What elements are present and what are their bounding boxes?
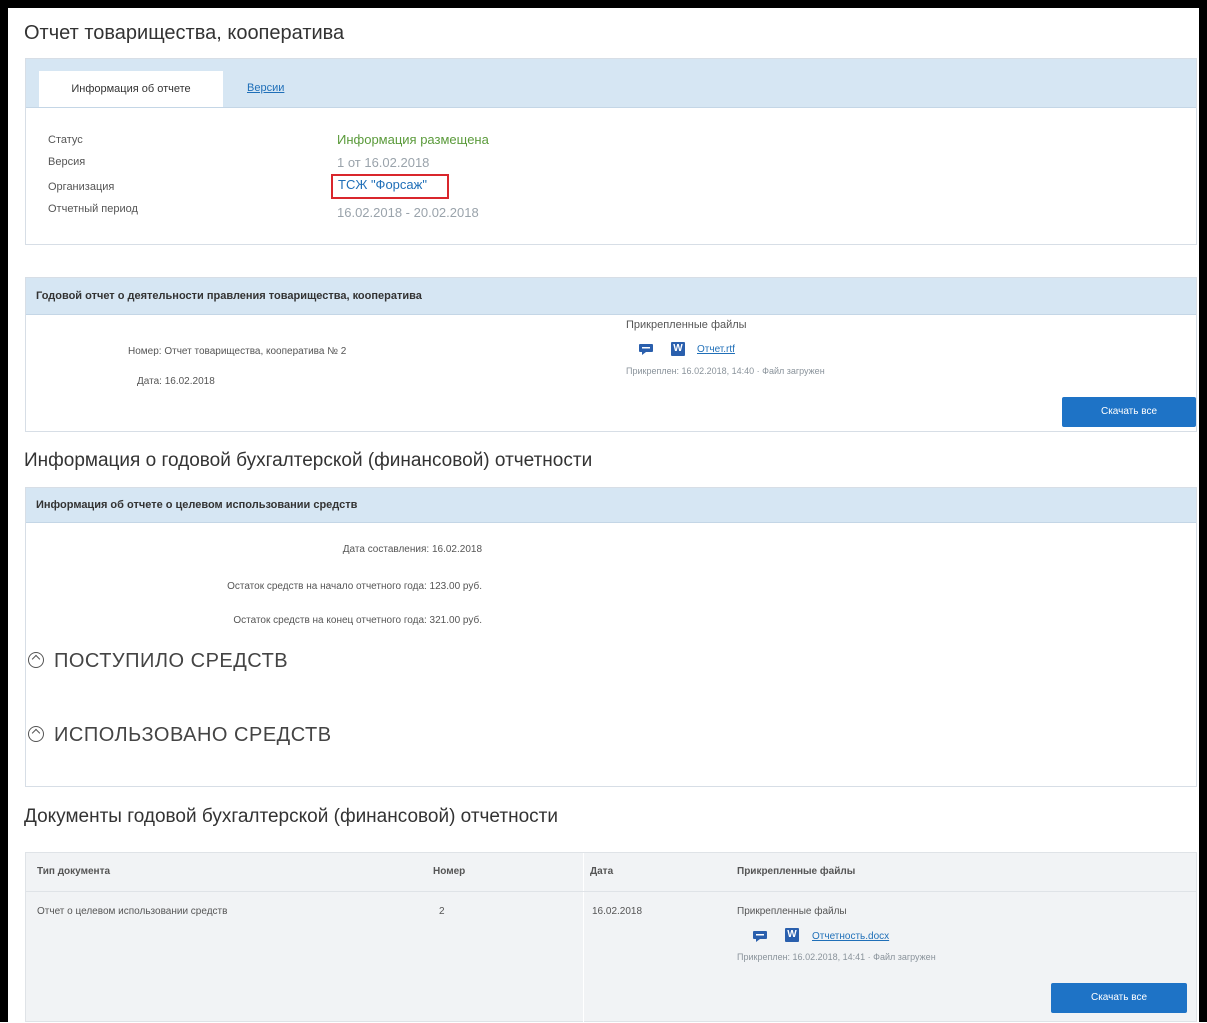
- tab-report-info[interactable]: Информация об отчете: [39, 71, 223, 107]
- comment-icon[interactable]: [753, 931, 767, 942]
- word-file-icon: W: [671, 342, 685, 356]
- reporting-period-value: 16.02.2018 - 20.02.2018: [337, 205, 479, 220]
- accounting-panel-title: Информация об отчете о целевом использов…: [36, 499, 358, 511]
- organization-label: Организация: [48, 181, 115, 193]
- row-file-link[interactable]: Отчетность.docx: [812, 931, 889, 942]
- documents-download-all-button[interactable]: Скачать все: [1051, 983, 1187, 1013]
- end-balance: Остаток средств на конец отчетного года:…: [233, 615, 482, 626]
- accounting-section-title: Информация о годовой бухгалтерской (фина…: [24, 450, 593, 471]
- received-funds-toggle[interactable]: ПОСТУПИЛО СРЕДСТВ: [28, 650, 288, 673]
- organization-link[interactable]: ТСЖ "Форсаж": [338, 177, 427, 192]
- attached-files-label: Прикрепленные файлы: [626, 319, 747, 331]
- status-value: Информация размещена: [337, 132, 489, 147]
- chevron-up-circle-icon: [28, 725, 44, 742]
- tab-versions[interactable]: Версии: [247, 82, 284, 94]
- reporting-period-label: Отчетный период: [48, 203, 138, 215]
- received-funds-label: ПОСТУПИЛО СРЕДСТВ: [54, 650, 289, 672]
- row-document-type: Отчет о целевом использовании средств: [37, 906, 228, 917]
- report-info-panel: Информация об отчете Версии Статус Верси…: [25, 58, 1197, 245]
- documents-table: Тип документа Номер Дата Прикрепленные ф…: [25, 852, 1197, 1023]
- annual-report-panel: Годовой отчет о деятельности правления т…: [25, 277, 1197, 432]
- used-funds-label: ИСПОЛЬЗОВАНО СРЕДСТВ: [54, 724, 332, 746]
- annual-report-number: Номер: Отчет товарищества, кооператива №…: [128, 346, 347, 357]
- column-header-files: Прикрепленные файлы: [737, 866, 856, 877]
- column-header-number: Номер: [433, 866, 466, 877]
- version-value: 1 от 16.02.2018: [337, 155, 430, 170]
- column-header-date: Дата: [590, 866, 614, 877]
- chevron-up-circle-icon: [28, 651, 44, 668]
- accounting-panel: Информация об отчете о целевом использов…: [25, 487, 1197, 787]
- start-balance: Остаток средств на начало отчетного года…: [227, 581, 482, 592]
- word-file-icon: W: [785, 928, 799, 942]
- comment-icon[interactable]: [639, 344, 653, 355]
- annual-report-date: Дата: 16.02.2018: [137, 376, 215, 387]
- download-all-button[interactable]: Скачать все: [1062, 397, 1196, 427]
- row-file-meta: Прикреплен: 16.02.2018, 14:41 · Файл заг…: [737, 952, 936, 962]
- column-header-type: Тип документа: [37, 866, 111, 877]
- attached-file-meta: Прикреплен: 16.02.2018, 14:40 · Файл заг…: [626, 366, 825, 376]
- used-funds-toggle[interactable]: ИСПОЛЬЗОВАНО СРЕДСТВ: [28, 724, 332, 747]
- annual-report-title: Годовой отчет о деятельности правления т…: [36, 290, 422, 302]
- page-title: Отчет товарищества, кооператива: [24, 22, 345, 44]
- row-document-date: 16.02.2018: [592, 906, 643, 917]
- status-label: Статус: [48, 134, 83, 146]
- documents-section-title: Документы годовой бухгалтерской (финансо…: [24, 806, 558, 827]
- row-files-label: Прикрепленные файлы: [737, 906, 847, 917]
- compilation-date: Дата составления: 16.02.2018: [342, 544, 482, 555]
- row-document-number: 2: [439, 906, 445, 917]
- version-label: Версия: [48, 156, 86, 168]
- attached-file-link[interactable]: Отчет.rtf: [697, 344, 735, 355]
